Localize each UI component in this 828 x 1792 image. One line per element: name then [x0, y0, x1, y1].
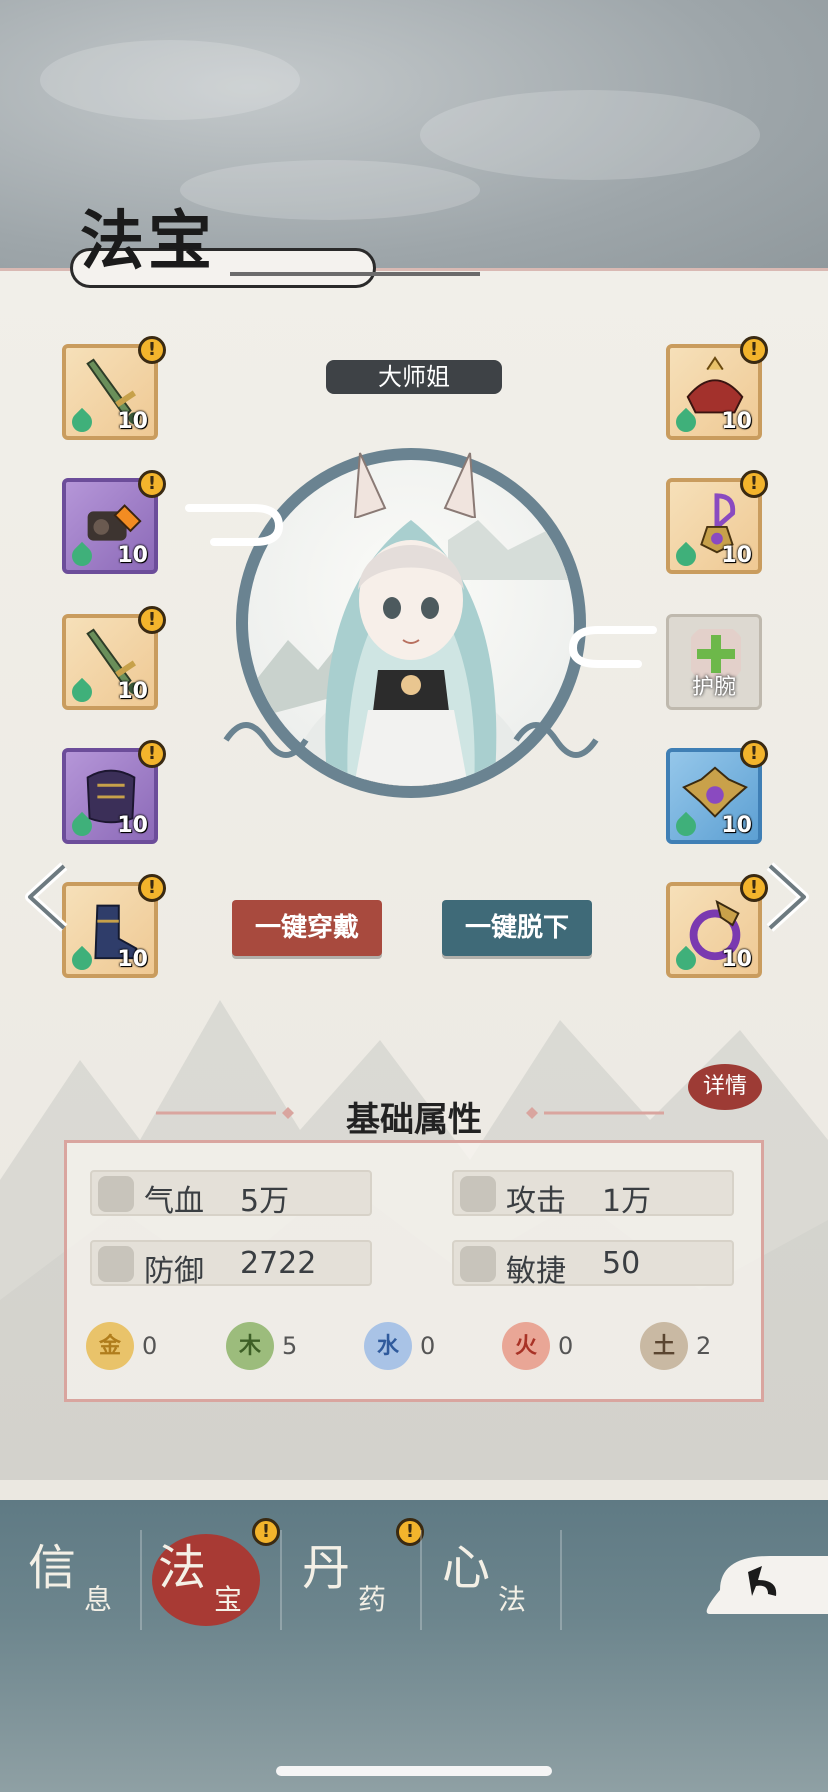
alert-badge-icon: ! [138, 740, 166, 768]
alert-badge-icon: ! [138, 336, 166, 364]
stat-value: 5万 [240, 1184, 290, 1219]
item-level: 10 [117, 813, 148, 838]
alert-badge-icon: ! [740, 740, 768, 768]
element-glyph: 土 [640, 1322, 688, 1370]
cloud-swirl-left [185, 504, 284, 546]
back-button[interactable] [700, 1550, 828, 1620]
alert-badge-icon: ! [740, 336, 768, 364]
blood-icon [98, 1176, 134, 1212]
tab-label-main: 丹 [302, 1540, 351, 1596]
element-glyph: 水 [364, 1322, 412, 1370]
element-stat: 金0 [86, 1322, 196, 1372]
home-indicator[interactable] [276, 1766, 552, 1776]
title-underline [230, 272, 480, 276]
element-value: 0 [420, 1332, 436, 1360]
item-level: 10 [117, 543, 148, 568]
remove-all-button[interactable]: 一键脱下 [442, 900, 592, 956]
attributes-title: 基础属性 [346, 1100, 482, 1140]
item-level: 10 [721, 543, 752, 568]
tab-label-sub: 宝 [214, 1583, 243, 1616]
stat-name: 防御 [144, 1254, 204, 1289]
element-glyph: 火 [502, 1322, 550, 1370]
item-level: 10 [721, 947, 752, 972]
alert-badge-icon: ! [252, 1518, 280, 1546]
stat-value: 50 [602, 1246, 641, 1281]
stat-name: 敏捷 [506, 1254, 566, 1289]
stat-value: 1万 [602, 1184, 652, 1219]
stat-agility: 敏捷 50 [452, 1240, 734, 1289]
element-glyph: 金 [86, 1322, 134, 1370]
tab-label-main: 心 [442, 1540, 491, 1596]
cloud-swirl-right [568, 626, 657, 668]
slot-label: 护腕 [691, 675, 736, 700]
tab-divider [420, 1530, 422, 1630]
shield-icon [98, 1246, 134, 1282]
tab-divider [140, 1530, 142, 1630]
element-value: 5 [282, 1332, 298, 1360]
tab-label-main: 信 [28, 1540, 77, 1596]
attack-icon [460, 1176, 496, 1212]
tab-3[interactable]: 心法 [440, 1528, 576, 1632]
element-stat: 土2 [640, 1322, 750, 1372]
alert-badge-icon: ! [138, 606, 166, 634]
stat-hp: 气血 5万 [90, 1170, 372, 1219]
element-value: 0 [558, 1332, 574, 1360]
screen-title-text: 法宝 [80, 204, 216, 279]
stat-value: 2722 [240, 1246, 317, 1281]
screen-title: 法宝 [70, 190, 390, 300]
element-stat: 水0 [364, 1322, 474, 1372]
alert-badge-icon: ! [138, 874, 166, 902]
tab-label-sub: 法 [498, 1583, 527, 1616]
stat-name: 攻击 [506, 1184, 566, 1219]
stat-name: 气血 [144, 1184, 204, 1219]
next-arrow-icon[interactable] [762, 862, 812, 932]
equipment-slot-r3[interactable]: 护腕 [666, 614, 762, 710]
tab-label-sub: 息 [84, 1583, 113, 1616]
item-level: 10 [117, 947, 148, 972]
element-stat: 火0 [502, 1322, 612, 1372]
portrait-base-ornament [223, 722, 599, 758]
element-stat: 木5 [226, 1322, 336, 1372]
item-level: 10 [721, 813, 752, 838]
tab-divider [280, 1530, 282, 1630]
alert-badge-icon: ! [740, 470, 768, 498]
stat-defense: 防御 2722 [90, 1240, 372, 1289]
previous-arrow-icon[interactable] [22, 862, 72, 932]
tab-divider [560, 1530, 562, 1630]
element-glyph: 木 [226, 1322, 274, 1370]
item-level: 10 [721, 409, 752, 434]
alert-badge-icon: ! [138, 470, 166, 498]
stat-attack: 攻击 1万 [452, 1170, 734, 1219]
agility-icon [460, 1246, 496, 1282]
tab-label-sub: 药 [358, 1583, 387, 1616]
element-value: 2 [696, 1332, 712, 1360]
item-level: 10 [117, 679, 148, 704]
character-name-plate: 大师姐 [326, 360, 502, 394]
portrait-ears-decoration [353, 452, 477, 518]
tab-label-main: 法 [158, 1540, 207, 1596]
item-level: 10 [117, 409, 148, 434]
wear-all-button[interactable]: 一键穿戴 [232, 900, 382, 956]
element-value: 0 [142, 1332, 158, 1360]
